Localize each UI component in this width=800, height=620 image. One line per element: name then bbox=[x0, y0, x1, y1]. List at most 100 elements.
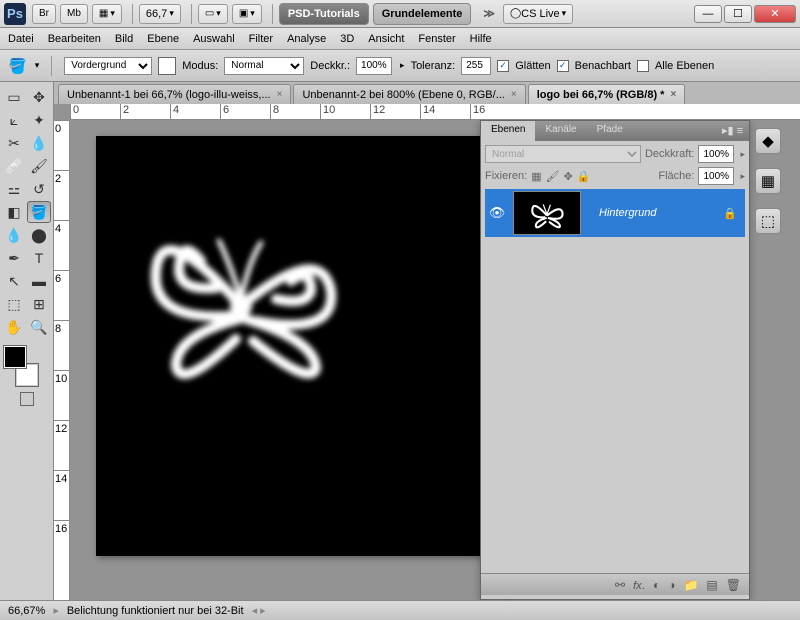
menu-3d[interactable]: 3D bbox=[340, 33, 354, 45]
link-layers-icon[interactable]: ⚯ bbox=[615, 578, 625, 592]
dodge-tool[interactable]: ⬤ bbox=[27, 224, 51, 246]
layers-panel: Ebenen Kanäle Pfade ▸▮ ≡ Normal Deckkraf… bbox=[480, 120, 750, 600]
minibridge-button[interactable]: Mb bbox=[60, 4, 88, 24]
visibility-icon[interactable]: 👁 bbox=[485, 205, 509, 221]
app-icon: Ps bbox=[4, 3, 26, 25]
fx-icon[interactable]: fx. bbox=[633, 578, 645, 592]
lock-pixels-icon[interactable]: ▦ bbox=[531, 170, 541, 183]
pattern-swatch[interactable] bbox=[158, 57, 176, 75]
marquee-tool[interactable]: ▭ bbox=[2, 86, 26, 108]
panel-menu-icon[interactable]: ▸▮ ≡ bbox=[716, 121, 749, 141]
color-panel-icon[interactable]: ◆ bbox=[755, 128, 781, 154]
brush-tool[interactable]: 🖌 bbox=[27, 155, 51, 177]
quickmask-button[interactable] bbox=[20, 392, 34, 406]
status-zoom[interactable]: 66,67% bbox=[8, 605, 45, 617]
cslive-button[interactable]: ◯ CS Live▾ bbox=[503, 4, 573, 24]
screenmode-button[interactable]: ▣▾ bbox=[232, 4, 262, 24]
mask-icon[interactable]: ◐ bbox=[653, 578, 660, 592]
layer-row[interactable]: 👁 Hintergrund 🔒 bbox=[485, 189, 745, 237]
eraser-tool[interactable]: ◧ bbox=[2, 201, 26, 223]
zoom-level[interactable]: 66,7▾ bbox=[139, 4, 181, 24]
layer-thumbnail[interactable] bbox=[513, 191, 581, 235]
lock-all-icon[interactable]: 🔒 bbox=[577, 170, 591, 183]
blend-mode-select[interactable]: Normal bbox=[224, 57, 304, 75]
pen-tool[interactable]: ✒ bbox=[2, 247, 26, 269]
blur-tool[interactable]: 💧 bbox=[2, 224, 26, 246]
toolbox: ▭ ✥ ⟀ ✦ ✂ 💧 🩹 🖌 ⚍ ↺ ◧ 🪣 💧 ⬤ ✒ T ↖ ▬ ⬚ ⊞ … bbox=[0, 82, 54, 600]
menu-datei[interactable]: Datei bbox=[8, 33, 34, 45]
menu-fenster[interactable]: Fenster bbox=[418, 33, 455, 45]
camera-tool[interactable]: ⊞ bbox=[27, 293, 51, 315]
3d-tool[interactable]: ⬚ bbox=[2, 293, 26, 315]
swatches-panel-icon[interactable]: ▦ bbox=[755, 168, 781, 194]
bucket-tool-icon[interactable]: 🪣 bbox=[8, 57, 27, 75]
close-icon[interactable]: × bbox=[277, 89, 283, 100]
antialias-checkbox[interactable]: ✓ bbox=[497, 60, 509, 72]
group-icon[interactable]: 📁 bbox=[683, 578, 698, 592]
menu-bearbeiten[interactable]: Bearbeiten bbox=[48, 33, 101, 45]
minimize-button[interactable]: — bbox=[694, 5, 722, 23]
close-icon[interactable]: × bbox=[511, 89, 517, 100]
arrange-button[interactable]: ▭▾ bbox=[198, 4, 228, 24]
tolerance-label: Toleranz: bbox=[411, 60, 456, 72]
wand-tool[interactable]: ✦ bbox=[27, 109, 51, 131]
more-icon[interactable]: ≫ bbox=[483, 7, 495, 20]
menu-analyse[interactable]: Analyse bbox=[287, 33, 326, 45]
horizontal-ruler[interactable]: 0246810121416 bbox=[70, 104, 800, 120]
opacity-input[interactable] bbox=[356, 57, 392, 75]
menu-ansicht[interactable]: Ansicht bbox=[368, 33, 404, 45]
workspace-grundelemente[interactable]: Grundelemente bbox=[373, 3, 472, 25]
opacity-label: Deckkr.: bbox=[310, 60, 350, 72]
healing-tool[interactable]: 🩹 bbox=[2, 155, 26, 177]
menu-filter[interactable]: Filter bbox=[249, 33, 273, 45]
tab-kanaele[interactable]: Kanäle bbox=[535, 121, 586, 141]
menubar: Datei Bearbeiten Bild Ebene Auswahl Filt… bbox=[0, 28, 800, 50]
doc-tab-1[interactable]: Unbenannt-1 bei 66,7% (logo-illu-weiss,.… bbox=[58, 84, 291, 104]
eyedropper-tool[interactable]: 💧 bbox=[27, 132, 51, 154]
fill-source-select[interactable]: Vordergrund bbox=[64, 57, 152, 75]
close-button[interactable]: ✕ bbox=[754, 5, 796, 23]
lasso-tool[interactable]: ⟀ bbox=[2, 109, 26, 131]
crop-tool[interactable]: ✂ bbox=[2, 132, 26, 154]
vertical-ruler[interactable]: 0246810121416 bbox=[54, 120, 70, 600]
contiguous-checkbox[interactable]: ✓ bbox=[557, 60, 569, 72]
menu-bild[interactable]: Bild bbox=[115, 33, 133, 45]
maximize-button[interactable]: ☐ bbox=[724, 5, 752, 23]
menu-ebene[interactable]: Ebene bbox=[147, 33, 179, 45]
foreground-color[interactable] bbox=[4, 346, 26, 368]
tab-pfade[interactable]: Pfade bbox=[587, 121, 633, 141]
doc-tab-2[interactable]: Unbenannt-2 bei 800% (Ebene 0, RGB/...× bbox=[293, 84, 525, 104]
layer-opacity-input[interactable] bbox=[698, 145, 734, 163]
lock-position-icon[interactable]: ✥ bbox=[564, 170, 573, 183]
trash-icon[interactable]: 🗑 bbox=[726, 578, 741, 592]
stamp-tool[interactable]: ⚍ bbox=[2, 178, 26, 200]
workspace-psd-tutorials[interactable]: PSD-Tutorials bbox=[279, 3, 369, 25]
alllayers-checkbox[interactable] bbox=[637, 60, 649, 72]
layer-name[interactable]: Hintergrund bbox=[585, 207, 723, 219]
styles-panel-icon[interactable]: ⬚ bbox=[755, 208, 781, 234]
adjustment-icon[interactable]: ◑ bbox=[668, 578, 675, 592]
view-extras-button[interactable]: ▦▾ bbox=[92, 4, 122, 24]
bucket-tool[interactable]: 🪣 bbox=[27, 201, 51, 223]
bridge-button[interactable]: Br bbox=[32, 4, 56, 24]
doc-tab-3[interactable]: logo bei 66,7% (RGB/8) *× bbox=[528, 84, 686, 104]
menu-auswahl[interactable]: Auswahl bbox=[193, 33, 235, 45]
history-brush-tool[interactable]: ↺ bbox=[27, 178, 51, 200]
butterfly-artwork bbox=[121, 181, 361, 401]
status-message: Belichtung funktioniert nur bei 32-Bit bbox=[67, 605, 244, 617]
zoom-tool[interactable]: 🔍 bbox=[27, 316, 51, 338]
layer-fill-input[interactable] bbox=[698, 167, 734, 185]
lock-paint-icon[interactable]: 🖌 bbox=[546, 170, 560, 183]
layer-blend-select[interactable]: Normal bbox=[485, 145, 641, 163]
tolerance-input[interactable] bbox=[461, 57, 491, 75]
path-select-tool[interactable]: ↖ bbox=[2, 270, 26, 292]
new-layer-icon[interactable]: ▤ bbox=[706, 578, 717, 592]
type-tool[interactable]: T bbox=[27, 247, 51, 269]
close-icon[interactable]: × bbox=[670, 89, 676, 100]
menu-hilfe[interactable]: Hilfe bbox=[470, 33, 492, 45]
hand-tool[interactable]: ✋ bbox=[2, 316, 26, 338]
mode-label: Modus: bbox=[182, 60, 218, 72]
shape-tool[interactable]: ▬ bbox=[27, 270, 51, 292]
move-tool[interactable]: ✥ bbox=[27, 86, 51, 108]
tab-ebenen[interactable]: Ebenen bbox=[481, 121, 535, 141]
